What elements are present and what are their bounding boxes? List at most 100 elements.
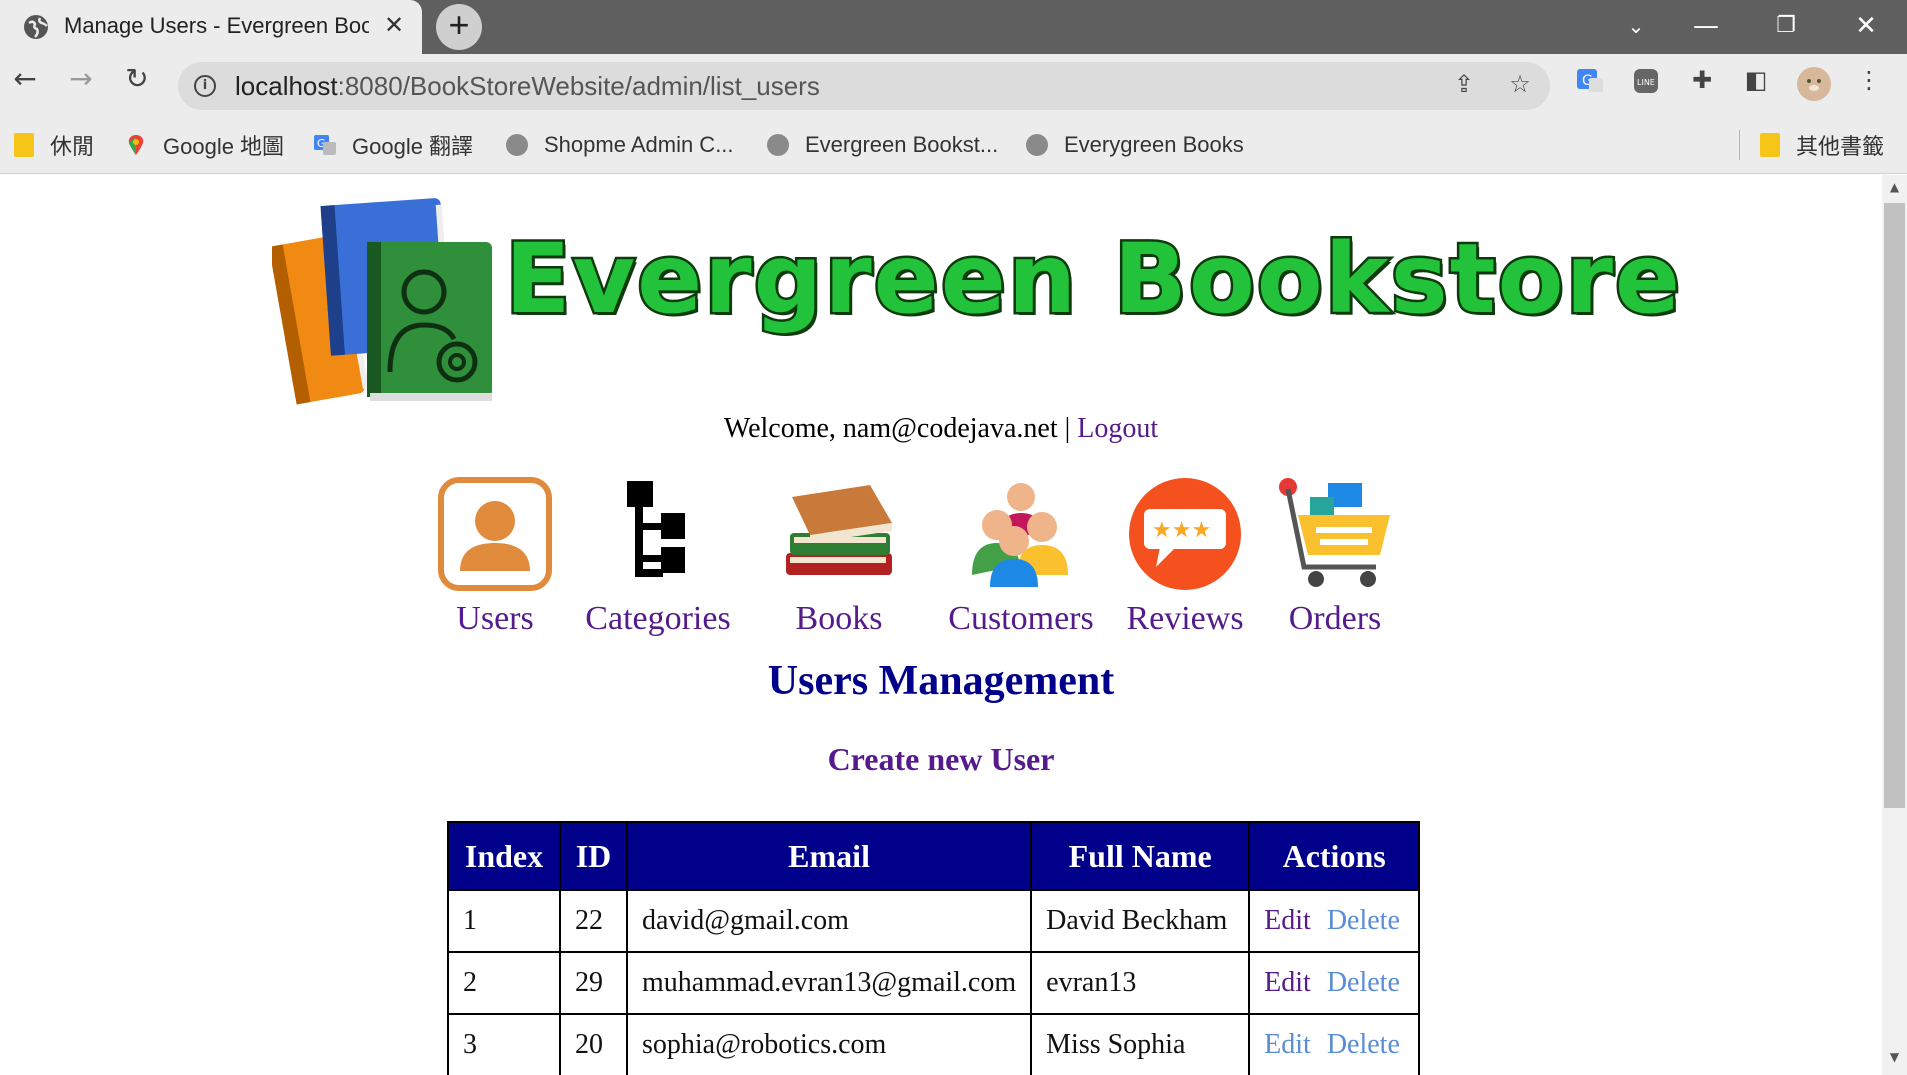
- users-icon: [438, 477, 552, 591]
- logo-text: Evergreen Bookstore: [502, 221, 1683, 338]
- browser-tab[interactable]: Manage Users - Evergreen Bookstore Admin…: [0, 0, 422, 54]
- cell-id: 20: [559, 1013, 628, 1075]
- scrollbar-thumb[interactable]: [1884, 203, 1905, 808]
- logo-books-icon: [272, 198, 492, 405]
- menu-item-users[interactable]: Users: [436, 475, 554, 638]
- column-header: ID: [559, 821, 628, 891]
- scroll-down-arrow-icon[interactable]: ▼: [1882, 1050, 1907, 1070]
- globe-icon: [24, 15, 48, 39]
- table-row: 2 29 muhammad.evran13@gmail.com evran13 …: [447, 951, 1421, 1015]
- cell-index: 3: [447, 1013, 561, 1075]
- menu-label: Users: [456, 600, 534, 637]
- menu-label: Customers: [948, 600, 1094, 637]
- users-table: Index ID Email Full Name Actions 1 22 da…: [447, 821, 1421, 1075]
- cell-actions: Edit Delete: [1248, 1013, 1421, 1075]
- globe-icon: [1026, 134, 1048, 156]
- info-icon[interactable]: i: [194, 75, 216, 97]
- menu-label: Reviews: [1126, 600, 1244, 637]
- folder-icon: [1760, 133, 1780, 157]
- bookmark-item[interactable]: Evergreen Bookst...: [767, 130, 998, 160]
- folder-icon: [14, 133, 34, 157]
- edit-link[interactable]: Edit: [1264, 1029, 1311, 1060]
- cell-id: 29: [559, 951, 628, 1015]
- cell-full-name: David Beckham: [1030, 889, 1251, 953]
- create-new-user-button[interactable]: Create new User: [828, 741, 1055, 777]
- scroll-up-arrow-icon[interactable]: ▲: [1882, 180, 1907, 200]
- page-title: Users Management: [767, 658, 1115, 704]
- menu-item-reviews[interactable]: ★★★ Reviews: [1126, 475, 1244, 638]
- forward-button[interactable]: →: [58, 62, 104, 108]
- cell-full-name: Miss Sophia: [1030, 1013, 1251, 1075]
- column-header: Full Name: [1030, 821, 1251, 891]
- logout-link[interactable]: Logout: [1077, 413, 1158, 444]
- menu-label: Orders: [1288, 600, 1382, 637]
- bookmark-item[interactable]: 休閒: [14, 130, 94, 160]
- bookmarks-divider: [1739, 130, 1740, 160]
- orders-icon: [1279, 478, 1390, 587]
- menu-item-categories[interactable]: Categories: [583, 475, 733, 638]
- create-new-user-link: Create new User: [0, 741, 1882, 778]
- bookmark-item[interactable]: Shopme Admin C...: [506, 130, 734, 160]
- google-translate-extension-icon[interactable]: G: [1571, 66, 1609, 104]
- cell-actions: Edit Delete: [1248, 889, 1421, 953]
- welcome-text: Welcome, nam@codejava.net |: [723, 413, 1078, 444]
- star-icon[interactable]: ☆: [1504, 70, 1536, 102]
- side-panel-icon[interactable]: ◧: [1737, 66, 1775, 104]
- more-menu-icon[interactable]: ⋮: [1850, 66, 1888, 104]
- delete-link[interactable]: Delete: [1327, 1029, 1400, 1060]
- cell-index: 1: [447, 889, 561, 953]
- bookmark-item[interactable]: Google 地圖: [125, 130, 284, 160]
- books-icon: [786, 485, 892, 575]
- cell-index: 2: [447, 951, 561, 1015]
- edit-link[interactable]: Edit: [1264, 967, 1311, 998]
- restore-button[interactable]: ❐: [1756, 6, 1816, 46]
- menu-item-books[interactable]: Books: [780, 475, 898, 638]
- cell-email: david@gmail.com: [625, 889, 1033, 953]
- address-bar[interactable]: i localhost:8080/BookStoreWebsite/admin/…: [178, 62, 1550, 110]
- tab-title: Manage Users - Evergreen Bookstore Admin…: [64, 13, 369, 38]
- bookmark-item[interactable]: G Google 翻譯: [314, 130, 473, 160]
- delete-link[interactable]: Delete: [1327, 967, 1400, 998]
- svg-text:★★★: ★★★: [1152, 518, 1211, 543]
- browser-tab-strip: Manage Users - Evergreen Bookstore Admin…: [0, 0, 1907, 54]
- reload-button[interactable]: ↻: [114, 62, 160, 108]
- globe-icon: [767, 134, 789, 156]
- edit-link[interactable]: Edit: [1264, 905, 1311, 936]
- tab-search-icon[interactable]: ⌄: [1606, 6, 1666, 46]
- menu-label: Categories: [585, 600, 731, 637]
- maps-icon: [128, 135, 144, 155]
- column-header: Email: [625, 821, 1033, 891]
- cell-actions: Edit Delete: [1248, 951, 1421, 1015]
- bookmark-item[interactable]: Everygreen Books: [1026, 130, 1244, 160]
- welcome-line: Welcome, nam@codejava.net | Logout: [0, 413, 1882, 445]
- menu-label: Books: [795, 600, 883, 637]
- line-extension-icon[interactable]: LINE: [1627, 66, 1665, 104]
- table-row: 3 20 sophia@robotics.com Miss Sophia Edi…: [447, 1013, 1421, 1075]
- new-tab-button[interactable]: +: [436, 4, 482, 50]
- puzzle-icon[interactable]: ✚: [1683, 66, 1721, 104]
- translate-icon: G: [314, 135, 336, 155]
- minimize-button[interactable]: —: [1676, 6, 1736, 46]
- avatar[interactable]: [1795, 66, 1833, 104]
- url-text[interactable]: localhost:8080/BookStoreWebsite/admin/li…: [235, 71, 820, 102]
- back-button[interactable]: ←: [2, 62, 48, 108]
- customers-icon: [972, 483, 1068, 587]
- close-icon[interactable]: ✕: [380, 12, 408, 40]
- svg-text:LINE: LINE: [1637, 78, 1655, 87]
- reviews-icon: ★★★: [1129, 478, 1241, 590]
- globe-icon: [506, 134, 528, 156]
- other-bookmarks[interactable]: 其他書籤: [1760, 130, 1884, 160]
- cell-email: sophia@robotics.com: [625, 1013, 1033, 1075]
- bookmarks-bar: 休閒 Google 地圖 G Google 翻譯 Shopme Admin C.…: [0, 118, 1907, 174]
- delete-link[interactable]: Delete: [1327, 905, 1400, 936]
- categories-icon: [627, 481, 685, 577]
- browser-toolbar: ← → ↻ i localhost:8080/BookStoreWebsite/…: [0, 54, 1907, 118]
- page-content: Evergreen Bookstore Welcome, nam@codejav…: [0, 175, 1882, 1075]
- menu-item-orders[interactable]: Orders: [1276, 475, 1394, 638]
- menu-item-customers[interactable]: Customers: [946, 475, 1096, 638]
- cell-full-name: evran13: [1030, 951, 1251, 1015]
- column-header: Actions: [1248, 821, 1421, 891]
- share-icon[interactable]: ⇪: [1448, 70, 1480, 102]
- cell-id: 22: [559, 889, 628, 953]
- window-close-button[interactable]: ✕: [1836, 6, 1896, 46]
